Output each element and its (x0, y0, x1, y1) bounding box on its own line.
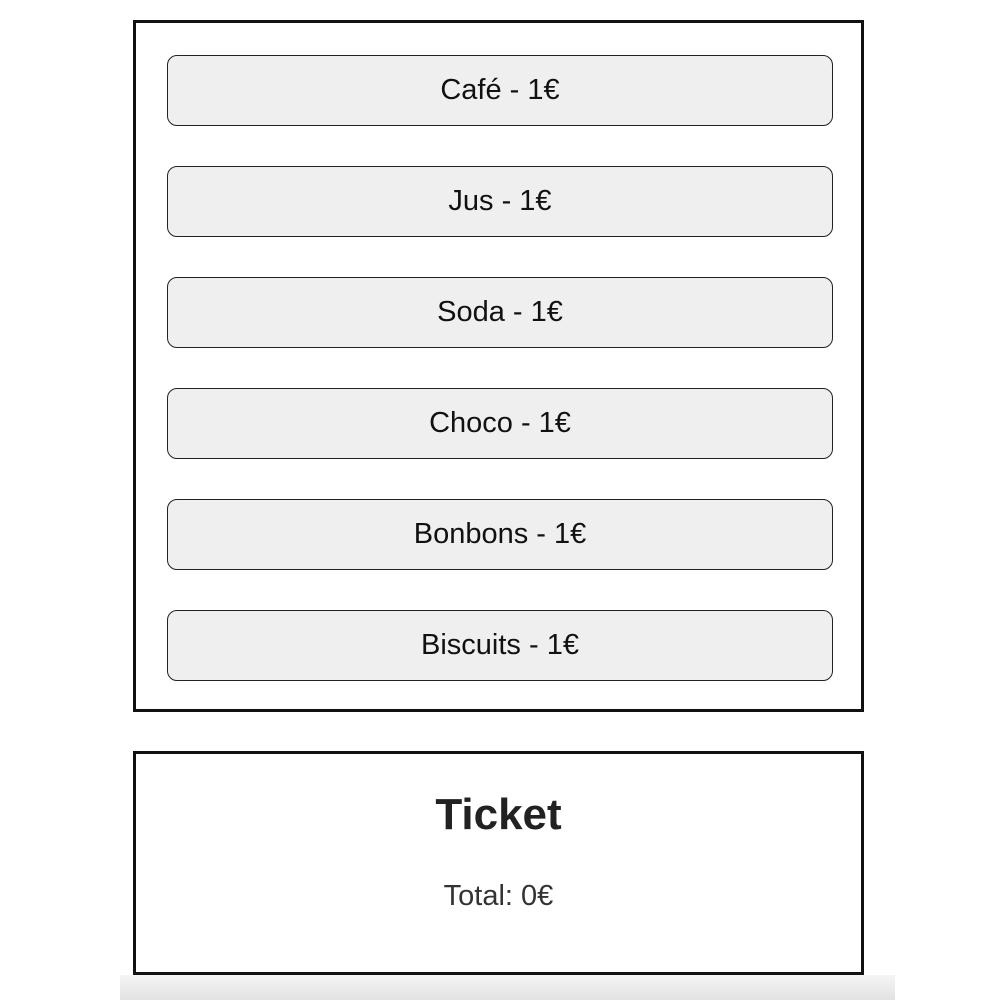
ticket-title: Ticket (435, 790, 562, 839)
menu-list: Café - 1€ Jus - 1€ Soda - 1€ Choco - 1€ … (167, 55, 833, 681)
item-button-choco[interactable]: Choco - 1€ (167, 388, 833, 459)
bottom-shadow (120, 975, 895, 1000)
item-button-jus[interactable]: Jus - 1€ (167, 166, 833, 237)
item-button-cafe[interactable]: Café - 1€ (167, 55, 833, 126)
item-button-bonbons[interactable]: Bonbons - 1€ (167, 499, 833, 570)
item-button-soda[interactable]: Soda - 1€ (167, 277, 833, 348)
ticket-panel: Ticket Total: 0€ (133, 751, 864, 975)
menu-panel: Café - 1€ Jus - 1€ Soda - 1€ Choco - 1€ … (133, 20, 864, 712)
vending-page: Café - 1€ Jus - 1€ Soda - 1€ Choco - 1€ … (0, 0, 1000, 1000)
ticket-total: Total: 0€ (443, 880, 554, 912)
item-button-biscuits[interactable]: Biscuits - 1€ (167, 610, 833, 681)
